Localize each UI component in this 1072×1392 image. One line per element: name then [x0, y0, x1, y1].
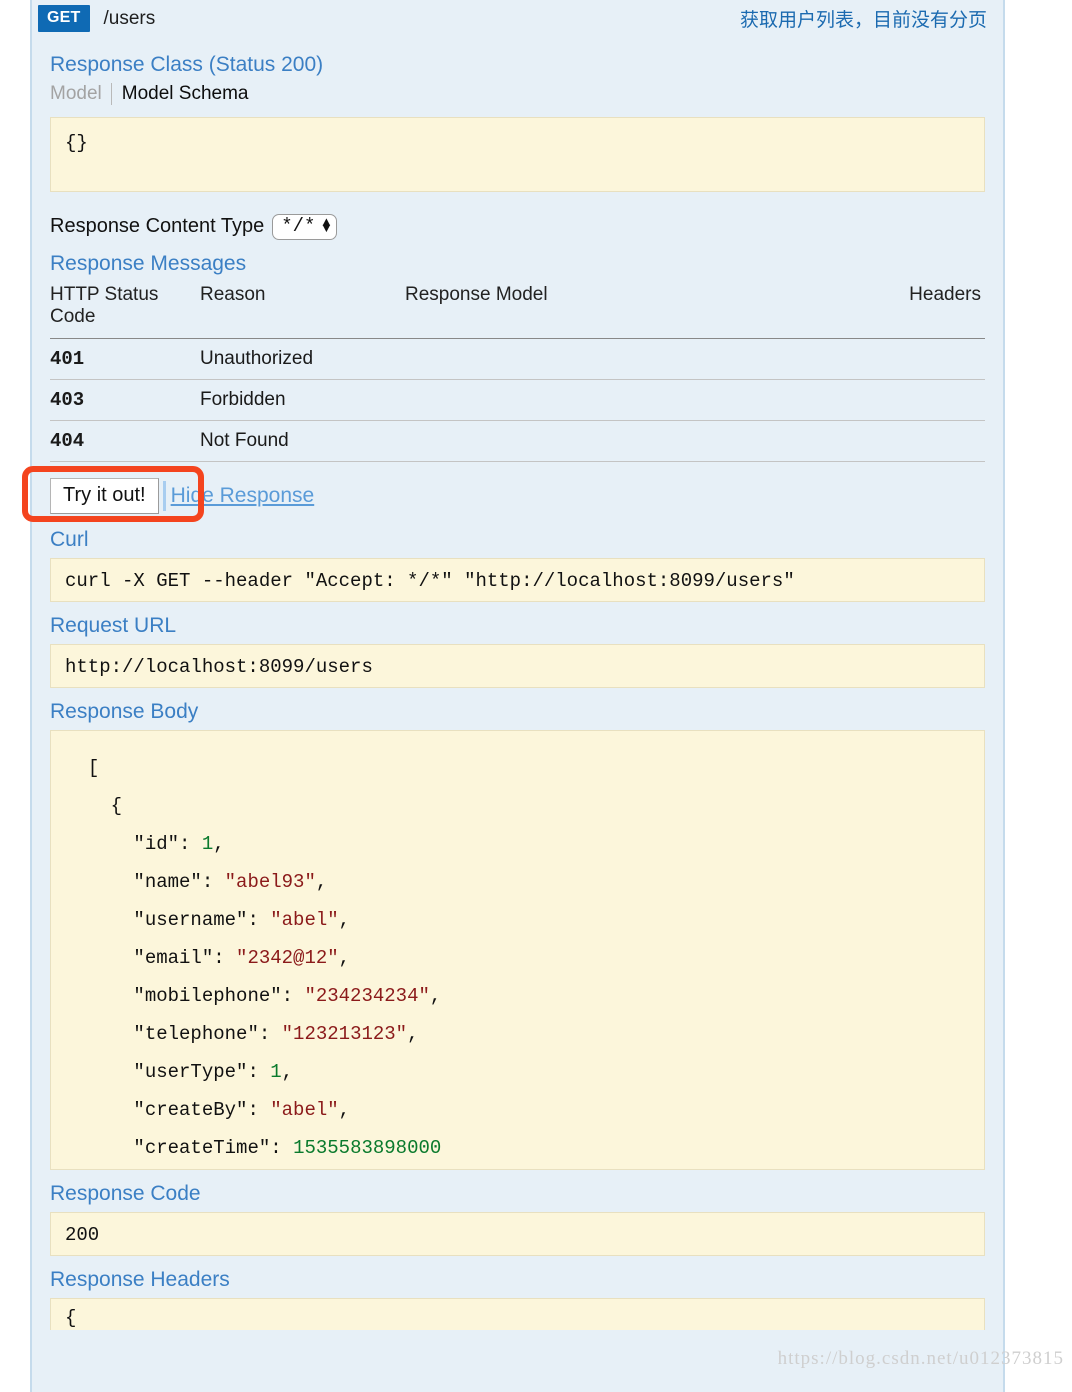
operation-summary: 获取用户列表，目前没有分页	[739, 10, 987, 31]
response-body-title: Response Body	[50, 699, 199, 723]
column-header-reason: Reason	[200, 281, 405, 339]
json-token: "username":	[133, 908, 271, 931]
json-line: "email": "2342@12",	[65, 939, 970, 977]
json-line: "id": 1,	[65, 825, 970, 863]
json-token: "2342@12"	[236, 946, 339, 969]
model-schema-box[interactable]: {}	[50, 117, 985, 192]
json-token: "createTime":	[133, 1136, 294, 1159]
column-header-status-code: HTTP Status Code	[50, 281, 200, 339]
response-code-box[interactable]: 200	[50, 1211, 985, 1256]
try-it-out-button[interactable]: Try it out!	[50, 477, 159, 514]
json-token: "mobilephone":	[133, 984, 305, 1007]
json-token: "abel"	[270, 1098, 339, 1121]
response-content-type-select[interactable]: */* ▲ ▼	[272, 214, 338, 240]
spinner-arrows-icon: ▲ ▼	[322, 214, 331, 237]
json-token: "id":	[133, 832, 202, 855]
response-content-type-row: Response Content Type */* ▲ ▼	[50, 214, 985, 240]
row-headers	[870, 379, 985, 421]
response-headers-box[interactable]: {	[50, 1297, 985, 1330]
json-token: ,	[338, 908, 351, 931]
json-line: "createBy": "abel",	[65, 1091, 970, 1129]
json-token: "123213123"	[281, 1022, 408, 1045]
response-messages-table: HTTP Status Code Reason Response Model H…	[50, 281, 985, 462]
hide-response-link[interactable]: Hide Response	[171, 484, 315, 508]
row-response-model	[405, 338, 870, 380]
table-row: 403 Forbidden	[50, 379, 985, 421]
tab-model[interactable]: Model	[50, 83, 112, 105]
column-header-headers: Headers	[870, 281, 985, 339]
json-token: ,	[338, 1098, 351, 1121]
row-response-model	[405, 420, 870, 462]
json-token: "userType":	[133, 1060, 271, 1083]
request-url-title: Request URL	[50, 613, 177, 637]
row-response-model	[405, 379, 870, 421]
table-row: 404 Not Found	[50, 420, 985, 462]
json-token: ,	[338, 946, 351, 969]
curl-title: Curl	[50, 527, 89, 551]
json-token: "name":	[133, 870, 225, 893]
json-token: "abel"	[270, 908, 339, 931]
model-tabs: Model Model Schema	[50, 83, 985, 105]
response-messages-title: Response Messages	[50, 251, 247, 275]
json-token: 1	[270, 1060, 282, 1083]
json-token: ,	[407, 1022, 419, 1045]
json-token: "abel93"	[224, 870, 316, 893]
http-method-badge: GET	[38, 5, 90, 32]
operation-heading[interactable]: GET /users 获取用户列表，目前没有分页	[32, 0, 1003, 37]
response-body-box[interactable]: [ { "id": 1, "name": "abel93", "username…	[50, 729, 985, 1170]
json-line: "createTime": 1535583898000	[65, 1129, 970, 1167]
json-token: 1535583898000	[293, 1136, 442, 1159]
json-token: ,	[429, 984, 442, 1007]
text-caret	[162, 480, 166, 511]
row-status-code: 401	[50, 338, 200, 380]
response-content-type-value: */*	[281, 215, 316, 237]
curl-command-box[interactable]: curl -X GET --header "Accept: */*" "http…	[50, 557, 985, 602]
request-url-box[interactable]: http://localhost:8099/users	[50, 643, 985, 688]
response-class-title: Response Class (Status 200)	[50, 53, 324, 76]
row-headers	[870, 338, 985, 380]
row-status-code: 404	[50, 420, 200, 462]
row-headers	[870, 420, 985, 462]
json-token: "createBy":	[133, 1098, 271, 1121]
try-it-out-row: Try it out! Hide Response	[22, 465, 985, 522]
json-token: "234234234"	[304, 984, 430, 1007]
table-row: 401 Unauthorized	[50, 338, 985, 380]
json-line: "telephone": "123213123",	[65, 1015, 970, 1053]
response-headers-title: Response Headers	[50, 1267, 230, 1291]
response-content-type-label: Response Content Type	[50, 215, 265, 238]
row-reason: Unauthorized	[200, 338, 405, 380]
json-line: "name": "abel93",	[65, 863, 970, 901]
json-line: "mobilephone": "234234234",	[65, 977, 970, 1015]
json-token: ,	[281, 1060, 294, 1083]
column-header-response-model: Response Model	[405, 281, 870, 339]
swagger-operation-panel: GET /users 获取用户列表，目前没有分页 Response Class …	[22, 0, 1005, 1392]
json-token: [	[87, 756, 100, 779]
json-token: ,	[315, 870, 328, 893]
tab-model-schema[interactable]: Model Schema	[112, 83, 249, 105]
operation-path: /users	[103, 7, 156, 29]
json-token: "email":	[133, 946, 237, 969]
table-header-row: HTTP Status Code Reason Response Model H…	[50, 281, 985, 339]
json-line: "username": "abel",	[65, 901, 970, 939]
row-status-code: 403	[50, 379, 200, 421]
row-reason: Forbidden	[200, 379, 405, 421]
json-token: "telephone":	[133, 1022, 282, 1045]
json-token: {	[110, 794, 123, 817]
json-token: 1	[201, 832, 214, 855]
json-line: {	[65, 787, 970, 825]
row-reason: Not Found	[200, 420, 405, 462]
operation-content: Response Class (Status 200) Model Model …	[22, 53, 1003, 1330]
json-line: [	[65, 749, 970, 787]
json-line: "userType": 1,	[65, 1053, 970, 1091]
response-code-title: Response Code	[50, 1181, 201, 1205]
json-token: ,	[213, 832, 225, 855]
